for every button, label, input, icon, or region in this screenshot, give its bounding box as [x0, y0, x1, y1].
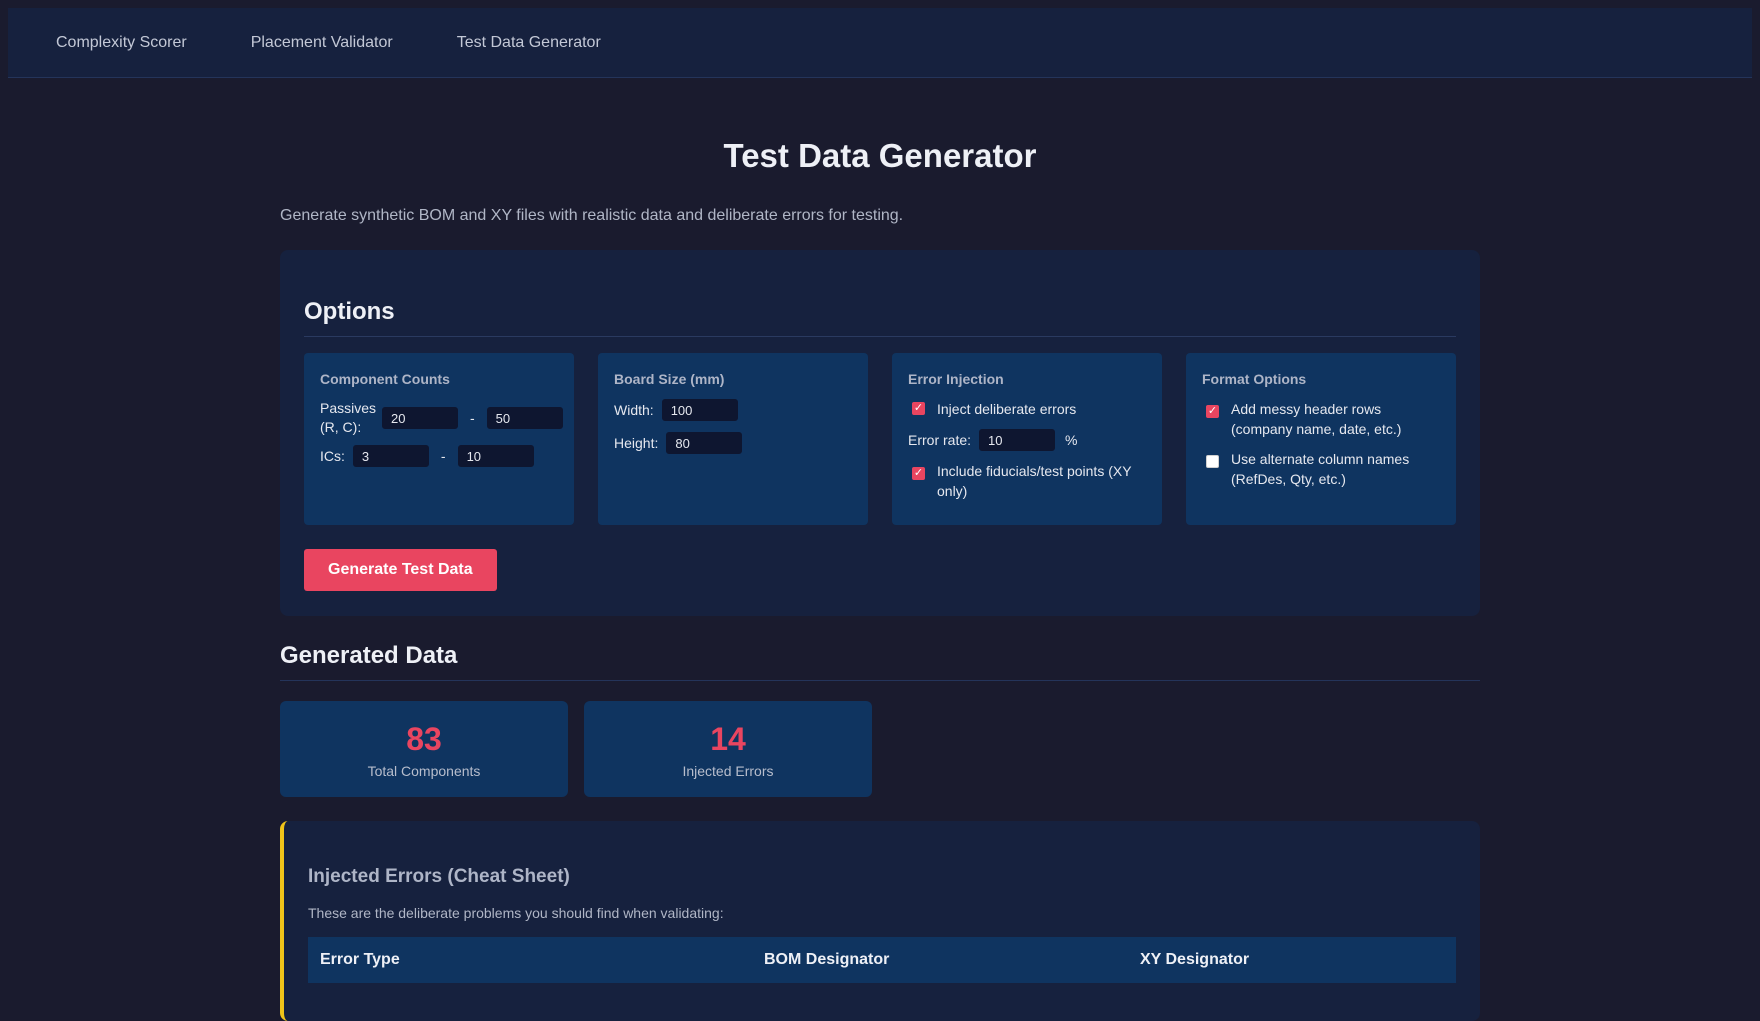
error-rate-input[interactable]	[979, 429, 1056, 451]
board-size-title: Board Size (mm)	[614, 371, 725, 387]
inject-errors-checkbox[interactable]	[912, 402, 925, 415]
injected-errors-value: 14	[710, 720, 746, 757]
fiducials-option[interactable]: Include fiducials/test points (XY only)	[908, 461, 1146, 501]
ics-row: ICs: -	[320, 445, 558, 467]
alternate-columns-checkbox[interactable]	[1206, 455, 1219, 468]
page-subtitle: Generate synthetic BOM and XY files with…	[280, 207, 904, 224]
generated-data-heading: Generated Data	[280, 642, 1480, 681]
fiducials-label: Include fiducials/test points (XY only)	[937, 463, 1132, 499]
nav-complexity-scorer[interactable]: Complexity Scorer	[56, 34, 187, 52]
passives-max-input[interactable]	[486, 407, 563, 429]
inject-errors-label: Inject deliberate errors	[937, 401, 1077, 417]
injected-errors-stat: 14 Injected Errors	[584, 700, 872, 797]
generate-test-data-button[interactable]: Generate Test Data	[304, 549, 497, 591]
format-options-title: Format Options	[1202, 371, 1307, 387]
passives-label: Passives (R, C):	[320, 400, 377, 435]
options-grid: Component Counts Passives (R, C): - ICs:…	[304, 353, 1456, 525]
column-header-error-type: Error Type	[320, 950, 400, 968]
stats-row: 83 Total Components 14 Injected Errors	[280, 700, 1480, 797]
fiducials-checkbox[interactable]	[912, 467, 925, 480]
column-header-bom-designator: BOM Designator	[764, 950, 890, 968]
total-components-label: Total Components	[367, 762, 481, 779]
cheat-sheet-description: These are the deliberate problems you sh…	[308, 904, 724, 921]
error-rate-unit: %	[1065, 432, 1078, 448]
nav-test-data-generator[interactable]: Test Data Generator	[457, 34, 601, 52]
messy-header-label: Add messy header rows (company name, dat…	[1231, 401, 1402, 437]
cheat-sheet-title: Injected Errors (Cheat Sheet)	[308, 865, 570, 887]
total-components-stat: 83 Total Components	[280, 700, 568, 797]
error-injection-title: Error Injection	[908, 371, 1004, 387]
options-heading: Options	[304, 298, 1456, 337]
column-header-xy-designator: XY Designator	[1140, 950, 1250, 968]
options-panel: Options Component Counts Passives (R, C)…	[280, 250, 1480, 616]
ics-min-input[interactable]	[352, 445, 429, 467]
nav-placement-validator[interactable]: Placement Validator	[251, 34, 393, 52]
messy-header-checkbox[interactable]	[1206, 405, 1219, 418]
error-rate-label: Error rate:	[908, 431, 972, 448]
injected-errors-label: Injected Errors	[682, 762, 774, 779]
messy-header-option[interactable]: Add messy header rows (company name, dat…	[1202, 399, 1440, 439]
error-injection-card: Error Injection Inject deliberate errors…	[892, 353, 1162, 525]
height-label: Height:	[614, 434, 659, 451]
component-counts-title: Component Counts	[320, 371, 450, 387]
passives-range-dash: -	[470, 410, 475, 426]
board-size-card: Board Size (mm) Width: Height:	[598, 353, 868, 525]
ics-range-dash: -	[440, 448, 446, 464]
main-content: Test Data Generator Generate synthetic B…	[280, 78, 1480, 1021]
width-row: Width:	[614, 399, 852, 421]
cheat-sheet-panel: Injected Errors (Cheat Sheet) These are …	[280, 820, 1480, 1021]
inject-errors-option[interactable]: Inject deliberate errors	[908, 399, 1146, 419]
board-height-input[interactable]	[666, 432, 743, 454]
total-components-value: 83	[406, 720, 442, 757]
passives-row: Passives (R, C): -	[320, 399, 563, 437]
component-counts-card: Component Counts Passives (R, C): - ICs:…	[304, 353, 574, 525]
height-row: Height:	[614, 432, 852, 454]
alternate-columns-label: Use alternate column names (RefDes, Qty,…	[1231, 451, 1410, 487]
top-navigation: Complexity Scorer Placement Validator Te…	[8, 8, 1752, 78]
passives-min-input[interactable]	[382, 407, 458, 429]
format-options-card: Format Options Add messy header rows (co…	[1186, 353, 1456, 525]
ics-label: ICs:	[320, 447, 345, 464]
width-label: Width:	[614, 401, 654, 418]
ics-max-input[interactable]	[457, 445, 534, 467]
error-rate-row: Error rate: %	[908, 429, 1146, 451]
cheat-sheet-table-header: Error Type BOM Designator XY Designator	[308, 936, 1456, 983]
page-title: Test Data Generator	[723, 137, 1037, 174]
alternate-columns-option[interactable]: Use alternate column names (RefDes, Qty,…	[1202, 449, 1440, 489]
board-width-input[interactable]	[661, 399, 738, 421]
